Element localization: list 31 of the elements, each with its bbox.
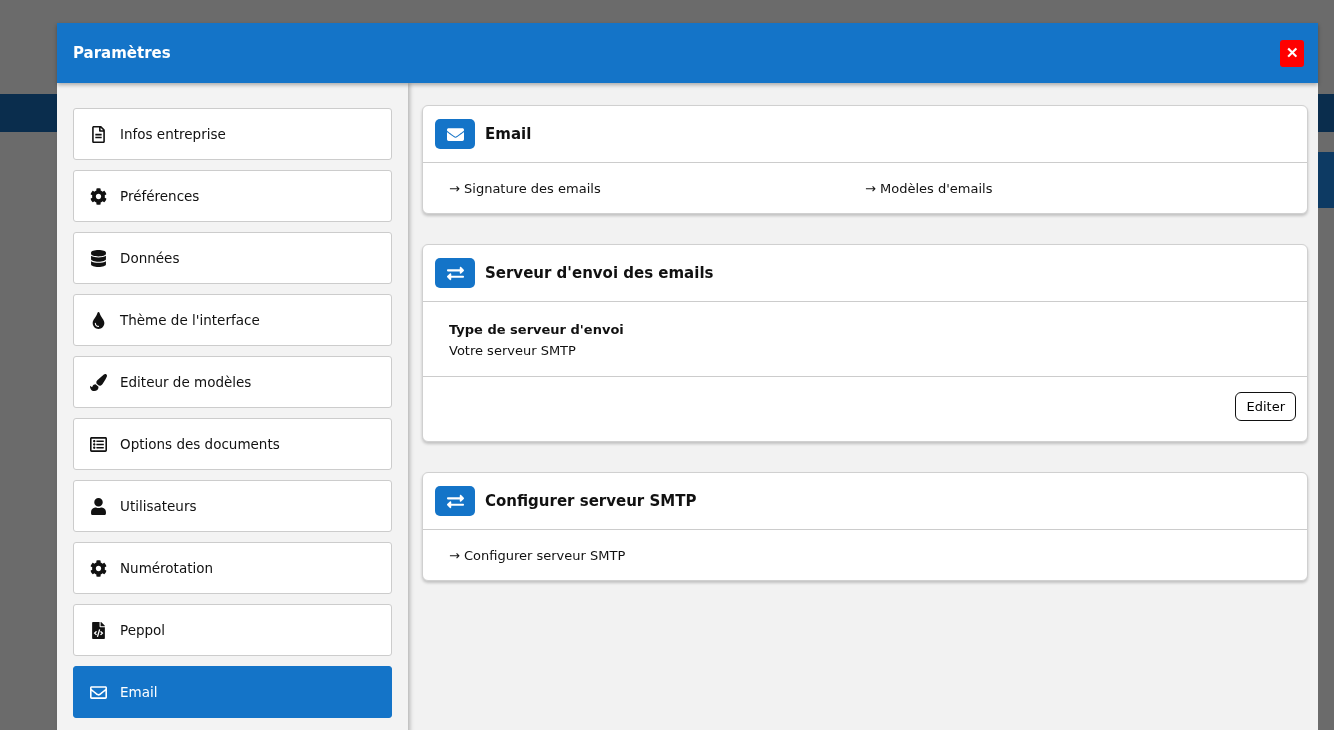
field-label: Type de serveur d'envoi: [449, 322, 625, 337]
list-icon: [88, 435, 108, 453]
card-title: Email: [485, 125, 532, 143]
field-value: Votre serveur SMTP: [449, 343, 577, 358]
envelope-icon: [88, 683, 108, 701]
arrows-icon: [435, 258, 475, 288]
card-title: Serveur d'envoi des emails: [485, 264, 714, 282]
sidebar-item[interactable]: Options des documents: [73, 418, 392, 470]
user-icon: [88, 497, 108, 515]
brush-icon: [88, 373, 108, 391]
sidebar-item[interactable]: Peppol: [73, 604, 392, 656]
dialog-title: Paramètres: [73, 44, 171, 62]
edit-button[interactable]: Editer: [1235, 392, 1296, 421]
sidebar-item[interactable]: Email: [73, 666, 392, 718]
close-button[interactable]: ✕: [1280, 39, 1304, 67]
arrows-icon: [435, 486, 475, 516]
link[interactable]: → Modèles d'emails: [865, 181, 993, 196]
card-title: Configurer serveur SMTP: [485, 492, 697, 510]
link[interactable]: → Signature des emails: [449, 181, 601, 196]
sidebar-item[interactable]: Données: [73, 232, 392, 284]
sidebar-item[interactable]: Utilisateurs: [73, 480, 392, 532]
gear-icon: [88, 187, 108, 205]
sidebar-item[interactable]: Thème de l'interface: [73, 294, 392, 346]
sidebar-item[interactable]: Préférences: [73, 170, 392, 222]
envelope-icon: [435, 119, 475, 149]
database-icon: [88, 249, 108, 267]
gear-icon: [88, 559, 108, 577]
sidebar-item[interactable]: Editeur de modèles: [73, 356, 392, 408]
sidebar-item[interactable]: Numérotation: [73, 542, 392, 594]
sidebar-item[interactable]: Infos entreprise: [73, 108, 392, 160]
link[interactable]: → Configurer serveur SMTP: [449, 548, 626, 563]
